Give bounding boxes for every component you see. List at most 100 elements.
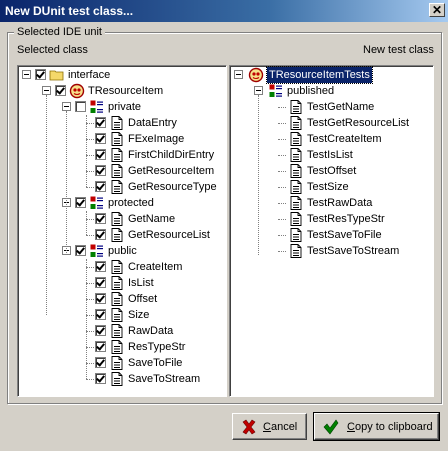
test-item-label: TestIsList <box>307 149 353 161</box>
close-button[interactable]: ✕ <box>429 3 445 17</box>
tree-item-restypestr[interactable]: ResTypeStr <box>18 339 224 355</box>
tree-item-getresourcetype[interactable]: GetResourceType <box>18 179 224 195</box>
method-icon <box>290 180 302 194</box>
tree-connector <box>46 95 47 315</box>
window-title: New DUnit test class... <box>5 4 134 18</box>
checkbox[interactable] <box>75 245 86 256</box>
tree-item-protected[interactable]: protected <box>18 195 224 211</box>
checkbox[interactable] <box>95 149 106 160</box>
method-icon <box>290 196 302 210</box>
collapse-icon[interactable] <box>42 86 51 95</box>
method-icon <box>111 132 123 146</box>
checkbox[interactable] <box>95 213 106 224</box>
checkbox[interactable] <box>55 85 66 96</box>
test-item-label: TResourceItemTests <box>266 66 373 84</box>
collapse-icon[interactable] <box>234 70 243 79</box>
test-item-testsavetostream[interactable]: TestSaveToStream <box>230 243 430 259</box>
test-item-testislist[interactable]: TestIsList <box>230 147 430 163</box>
test-item-label: TestCreateItem <box>307 133 382 145</box>
close-icon: ✕ <box>431 3 443 17</box>
checkbox[interactable] <box>95 373 106 384</box>
collapse-icon[interactable] <box>22 70 31 79</box>
test-item-testoffset[interactable]: TestOffset <box>230 163 430 179</box>
title-bar[interactable]: New DUnit test class... ✕ <box>0 0 448 22</box>
tree-item-label: interface <box>68 69 111 81</box>
method-icon <box>111 308 123 322</box>
test-item-testcreateitem[interactable]: TestCreateItem <box>230 131 430 147</box>
cancel-button[interactable]: Cancel <box>232 413 307 440</box>
checkbox[interactable] <box>95 293 106 304</box>
checkbox[interactable] <box>95 341 106 352</box>
tree-item-savetofile[interactable]: SaveToFile <box>18 355 224 371</box>
checkbox[interactable] <box>95 181 106 192</box>
method-icon <box>111 260 123 274</box>
checkbox[interactable] <box>95 309 106 320</box>
method-icon <box>111 116 123 130</box>
test-item-tresourceitemtests[interactable]: TResourceItemTests <box>230 66 430 84</box>
tree-item-private[interactable]: private <box>18 99 224 115</box>
checkbox[interactable] <box>95 229 106 240</box>
class-icon <box>248 67 264 83</box>
tree-item-label: ResTypeStr <box>128 341 186 353</box>
tree-item-offset[interactable]: Offset <box>18 291 224 307</box>
test-item-published[interactable]: published <box>230 83 430 99</box>
tree-item-size[interactable]: Size <box>18 307 224 323</box>
tree-item-label: SaveToStream <box>128 373 201 385</box>
checkbox[interactable] <box>95 277 106 288</box>
tree-item-public[interactable]: public <box>18 243 224 259</box>
tree-item-getresourceitem[interactable]: GetResourceItem <box>18 163 224 179</box>
checkbox[interactable] <box>95 261 106 272</box>
test-item-testrawdata[interactable]: TestRawData <box>230 195 430 211</box>
tree-item-tresourceitem[interactable]: TResourceItem <box>18 83 224 99</box>
checkbox[interactable] <box>95 165 106 176</box>
cancel-label: Cancel <box>263 421 298 433</box>
tree-item-islist[interactable]: IsList <box>18 275 224 291</box>
test-item-testgetresourcelist[interactable]: TestGetResourceList <box>230 115 430 131</box>
tree-item-rawdata[interactable]: RawData <box>18 323 224 339</box>
checkbox[interactable] <box>75 101 86 112</box>
red-x-icon <box>242 419 256 435</box>
tree-item-label: TResourceItem <box>88 85 164 97</box>
section-icon <box>90 244 103 257</box>
new-test-class-tree[interactable]: TResourceItemTests published TestGetName Te… <box>229 65 434 397</box>
checkbox[interactable] <box>95 133 106 144</box>
tree-item-label: GetResourceList <box>128 229 210 241</box>
tree-item-getname[interactable]: GetName <box>18 211 224 227</box>
method-icon <box>290 228 302 242</box>
tree-connector <box>86 115 87 187</box>
checkbox[interactable] <box>35 69 46 80</box>
section-icon <box>90 196 103 209</box>
test-item-label: TestSaveToFile <box>307 229 382 241</box>
method-icon <box>111 324 123 338</box>
test-item-label: TestSize <box>307 181 349 193</box>
method-icon <box>290 148 302 162</box>
tree-item-interface[interactable]: interface <box>18 67 224 83</box>
tree-item-createitem[interactable]: CreateItem <box>18 259 224 275</box>
tree-item-dataentry[interactable]: DataEntry <box>18 115 224 131</box>
checkbox[interactable] <box>75 197 86 208</box>
test-item-testgetname[interactable]: TestGetName <box>230 99 430 115</box>
collapse-icon[interactable] <box>62 102 71 111</box>
test-item-testsize[interactable]: TestSize <box>230 179 430 195</box>
checkbox[interactable] <box>95 325 106 336</box>
tree-item-getresourcelist[interactable]: GetResourceList <box>18 227 224 243</box>
checkbox[interactable] <box>95 117 106 128</box>
collapse-icon[interactable] <box>254 86 263 95</box>
test-item-label: TestSaveToStream <box>307 245 400 257</box>
checkbox[interactable] <box>95 357 106 368</box>
method-icon <box>111 212 123 226</box>
tree-item-fexeimage[interactable]: FExeImage <box>18 131 224 147</box>
method-icon <box>111 228 123 242</box>
green-check-icon <box>323 419 339 435</box>
tree-item-label: GetResourceType <box>128 181 217 193</box>
test-item-testsavetofile[interactable]: TestSaveToFile <box>230 227 430 243</box>
tree-item-label: FirstChildDirEntry <box>128 149 215 161</box>
test-item-label: published <box>287 85 335 97</box>
tree-item-savetostream[interactable]: SaveToStream <box>18 371 224 387</box>
tree-item-label: RawData <box>128 325 174 337</box>
test-item-testrestypestr[interactable]: TestResTypeStr <box>230 211 430 227</box>
selected-class-tree[interactable]: interface TResourceItem private DataEntry FE… <box>17 65 227 397</box>
method-icon <box>111 356 123 370</box>
copy-to-clipboard-button[interactable]: Copy to clipboard <box>313 412 440 441</box>
tree-item-firstchilddirentry[interactable]: FirstChildDirEntry <box>18 147 224 163</box>
